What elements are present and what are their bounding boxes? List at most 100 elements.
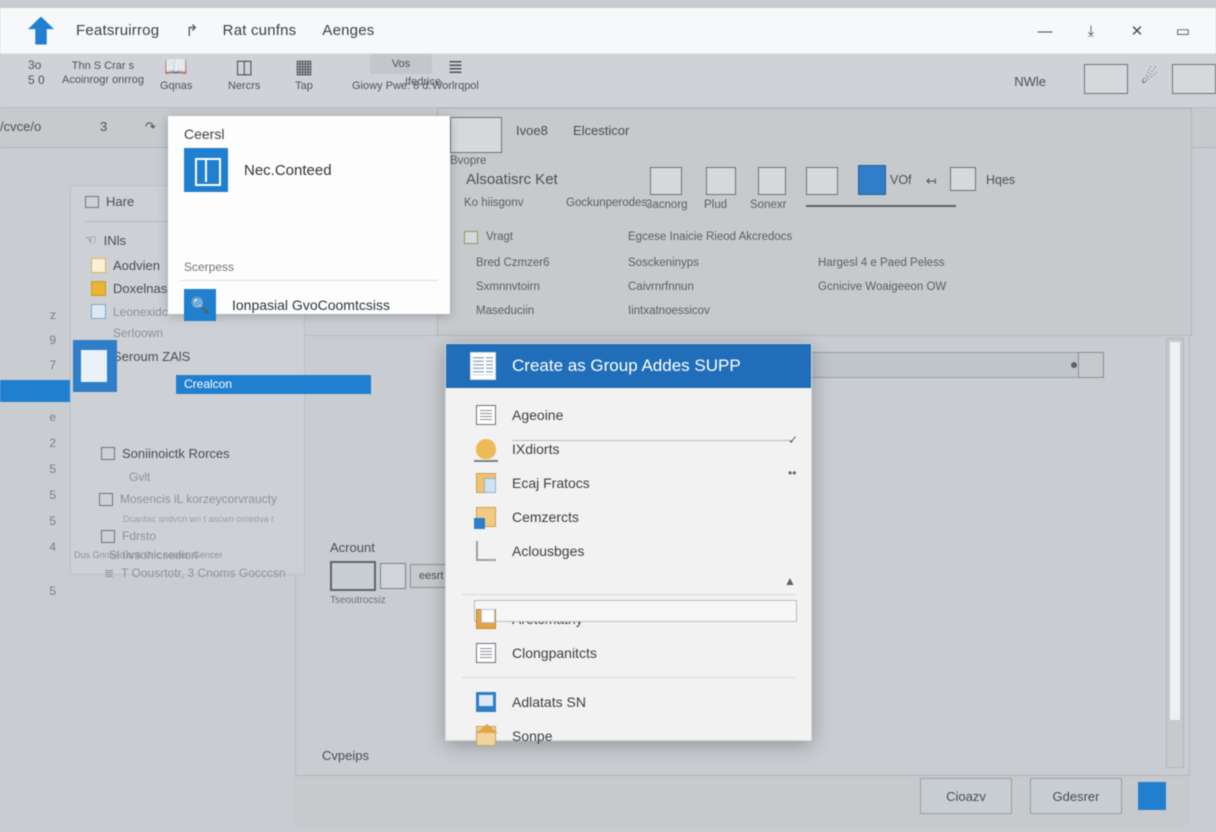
yellow-doc-icon [91,258,106,273]
tree-item-label-5: Serloown [113,326,163,340]
close-icon[interactable]: ✕ [1114,8,1160,54]
dialog-inline-field[interactable] [474,600,797,622]
account-image-icon[interactable] [330,561,376,591]
menu-item-1[interactable]: Rat cunfns [223,22,297,39]
dialog-item-4[interactable]: Aclousbges [446,534,811,568]
scrollbar-thumb[interactable] [1169,341,1181,721]
tree-item-8[interactable]: Soniinoictk Rorces [101,446,230,461]
dialog-item-6[interactable]: Clongpanitcts [446,636,811,670]
tree-item-label-6: Seroum ZAlS [113,349,190,364]
ribbon-right-icon-1[interactable] [1084,64,1128,94]
search-icon: 🔍 [184,289,216,321]
tree-item-10[interactable]: Mosencis iL korzeycorvraucty [99,492,277,506]
ribbon-group-3[interactable]: ▦ Tap [295,58,313,92]
chart-tile-icon[interactable] [858,165,886,195]
row-2-c3: Gcnicive Woaigeeon OW [818,281,946,293]
restore-icon[interactable]: ▭ [1160,8,1206,54]
dialog-item-1[interactable]: IXdiorts [446,432,811,466]
flyout-search-item[interactable]: 🔍 Ionpasial GvoCoomtcsiss [168,281,450,321]
person-icon[interactable]: ☄ [1141,68,1158,88]
row-1-c3: Hargesl 4 e Paed Peless [818,257,945,269]
doc-lines-icon [476,643,496,663]
ribbon-group-1[interactable]: 📖 Gqnas [160,58,192,92]
dialog-item-8[interactable]: Sonpe [446,719,811,753]
confirm-button[interactable]: Gdesrer [1030,778,1122,814]
gutter-selected-row[interactable] [0,380,70,402]
check-icon: ✓ [788,433,798,447]
dialog-header: Create as Group Addes SUPP [446,344,811,388]
tree-item-1[interactable]: ☜ INls [85,232,126,248]
ribbon-float-tab[interactable]: Vos [370,54,432,74]
split-tile-icon[interactable] [706,167,736,195]
tree-item-6[interactable]: Seroum ZAlS [113,349,190,364]
panel-tile-label-1: Plud [704,199,727,211]
tree-item-15[interactable]: ≣ T Oousrtotr, 3 Cnoms Gocccsn [104,566,286,580]
yellow-folder-icon [91,281,106,296]
blue-panel-icon [91,304,106,319]
flyout-row-label: Ionpasial GvoCoomtcsiss [232,297,390,313]
right-ribbon-panel: Bvopre Ivoe8 Elcesticor Alsoatisrc Ket K… [437,108,1192,336]
text-field[interactable] [805,352,1090,378]
gutter-num-9: 4 [49,540,56,554]
menu-item-0[interactable]: Featsruirrog [76,22,159,39]
gutter-num-0: z [50,308,56,322]
tree-item-9[interactable]: Gvlt [129,470,150,484]
panel-tab-1[interactable]: Elcesticor [573,123,629,138]
rotate-icon[interactable]: ↱ [185,21,198,41]
ribbon-label-3: Tap [295,80,313,92]
arrow-left-icon[interactable]: ↤ [926,173,936,188]
ribbon-group-0[interactable]: Thn S Crar s Acoinrogr onrrog [62,58,144,86]
tree-item-14: Dus Gnnoed onk Onc noorcn Gencer [74,550,223,560]
tree-item-selected[interactable]: Crealcon [176,375,371,394]
up-arrow-icon[interactable] [28,17,54,45]
gutter-num-8: 5 [49,514,56,528]
ribbon-counter: 3o5 0 [28,58,45,88]
ribbon-group-2[interactable]: ◫ Nercrs [228,58,260,92]
vertical-scrollbar[interactable] [1166,338,1184,768]
dialog-item-label-3: Cemzercts [512,509,579,525]
flyout-primary-item[interactable]: Nec.Conteed [168,142,450,192]
panel-tab-0[interactable]: Ivoe8 [516,123,548,138]
strip-left-label: /cvce/o [0,119,41,134]
tree-item-label-2: Aodvien [113,258,160,273]
panel-preview-label: Bvopre [450,155,486,167]
lines-tile-icon-2[interactable] [806,167,838,195]
field-browse-button[interactable] [1078,352,1104,378]
dialog-item-0[interactable]: Ageoine [446,398,811,432]
flyout-primary-label: Nec.Conteed [244,162,332,179]
minimize-icon[interactable]: — [1022,8,1068,54]
tree-item-3[interactable]: Doxelnas [91,281,167,296]
tree-large-folder-icon[interactable] [73,340,117,392]
dialog-item-2[interactable]: Ecaj Fratocs [446,466,811,500]
create-group-dialog: Create as Group Addes SUPP Ageoine ✓ IXd… [445,343,812,741]
ribbon-group-5[interactable]: ≣ Worlrqpol [432,58,479,92]
panel-active-underline [806,205,956,207]
cancel-button[interactable]: Cioazv [920,778,1012,814]
cloud-icon [476,439,496,459]
lines-tile-icon[interactable] [650,167,682,195]
row-checkbox-icon[interactable] [464,231,478,244]
tree-item-0[interactable]: Hare [85,194,134,209]
menu-item-2[interactable]: Aenges [322,22,374,39]
panel-sub-mid: Gockunperodes. [566,197,650,209]
tree-item-label-7: Crealcon [176,375,371,394]
panel-preview-icon[interactable] [450,117,502,153]
maximize-icon[interactable]: ⤓ [1068,8,1114,54]
flyout-panel: Ceersl Nec.Conteed Scerpess 🔍 Ionpasial … [168,116,450,314]
gutter-num-4: e [49,410,56,424]
account-grid-icon[interactable] [380,563,406,589]
accent-action-button[interactable] [1138,782,1166,810]
box-tile-icon[interactable] [950,167,976,191]
row-3-c2: Iintxatnoessicov [628,305,710,317]
tree-item-5[interactable]: Serloown [113,326,163,340]
corner-tile-icon[interactable] [758,167,786,195]
dialog-item-3[interactable]: Cemzercts [446,500,811,534]
tree-item-2[interactable]: Aodvien [91,258,160,273]
caret-up-icon[interactable]: ▲ [784,574,796,588]
ribbon-right-icon-2[interactable] [1172,64,1216,94]
ribbon-label-1: Gqnas [160,80,192,92]
strip-rotate-icon[interactable]: ↷ [145,119,156,135]
tree-item-12[interactable]: Fdrsto [101,529,156,543]
tree-item-4[interactable]: Leonexidc [91,304,168,319]
dialog-item-7[interactable]: Adlatats SN [446,685,811,719]
